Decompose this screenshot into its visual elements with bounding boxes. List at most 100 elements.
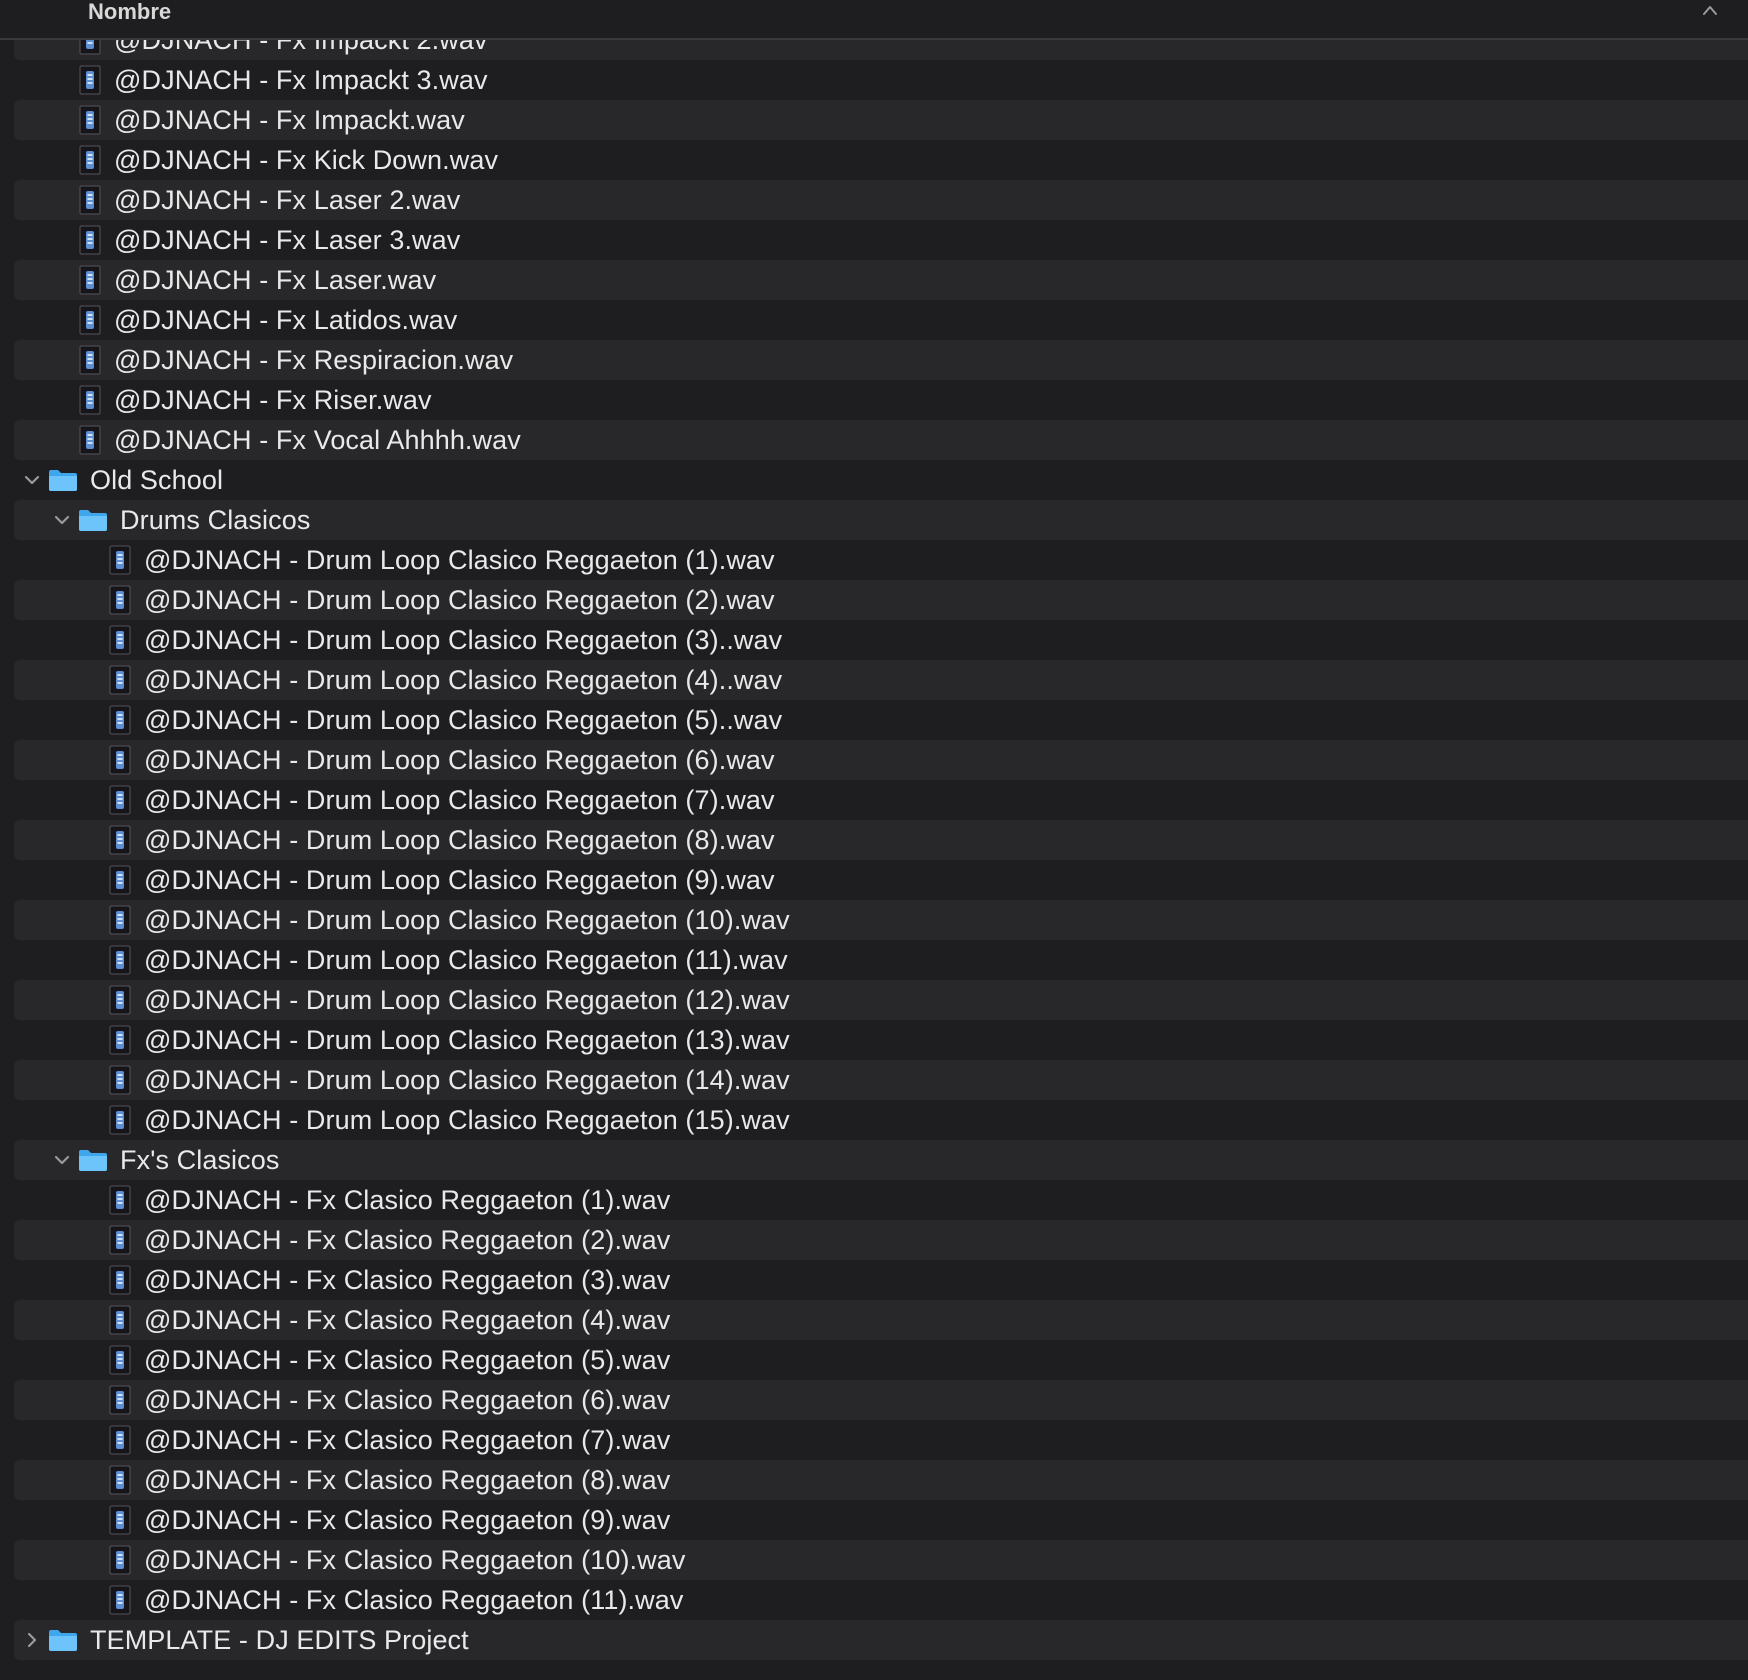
- audio-file-icon: [78, 345, 102, 375]
- chevron-down-icon[interactable]: [50, 508, 74, 532]
- audio-file-icon: [108, 1185, 132, 1215]
- audio-file-icon: [108, 945, 132, 975]
- file-row[interactable]: @DJNACH - Fx Laser 3.wav: [14, 220, 1748, 260]
- audio-file-icon: [78, 385, 102, 415]
- audio-file-icon: [108, 585, 132, 615]
- file-row[interactable]: @DJNACH - Fx Riser.wav: [14, 380, 1748, 420]
- file-row[interactable]: @DJNACH - Fx Laser.wav: [14, 260, 1748, 300]
- audio-file-icon: [108, 1345, 132, 1375]
- file-row[interactable]: @DJNACH - Drum Loop Clasico Reggaeton (1…: [14, 980, 1748, 1020]
- file-name: @DJNACH - Fx Laser 3.wav: [114, 224, 461, 255]
- file-row[interactable]: @DJNACH - Fx Clasico Reggaeton (3).wav: [14, 1260, 1748, 1300]
- file-row[interactable]: @DJNACH - Fx Kick Down.wav: [14, 140, 1748, 180]
- audio-file-icon: [108, 1265, 132, 1295]
- audio-file-icon: [78, 185, 102, 215]
- chevron-down-icon[interactable]: [50, 1148, 74, 1172]
- file-row[interactable]: @DJNACH - Drum Loop Clasico Reggaeton (1…: [14, 540, 1748, 580]
- folder-row[interactable]: TEMPLATE - DJ EDITS Project: [14, 1620, 1748, 1660]
- name-column-label[interactable]: Nombre: [88, 0, 171, 24]
- audio-file-icon: [108, 1105, 132, 1135]
- finder-list-view: Nombre @DJNACH - Fx Impackt 2.wav@DJNACH…: [0, 0, 1748, 1680]
- file-name: @DJNACH - Drum Loop Clasico Reggaeton (1…: [144, 1064, 790, 1095]
- file-name: @DJNACH - Drum Loop Clasico Reggaeton (8…: [144, 824, 775, 855]
- file-row[interactable]: @DJNACH - Fx Vocal Ahhhh.wav: [14, 420, 1748, 460]
- folder-icon: [78, 1148, 108, 1172]
- audio-file-icon: [108, 745, 132, 775]
- file-row[interactable]: @DJNACH - Fx Clasico Reggaeton (4).wav: [14, 1300, 1748, 1340]
- file-name: @DJNACH - Fx Clasico Reggaeton (6).wav: [144, 1384, 671, 1415]
- file-row[interactable]: @DJNACH - Drum Loop Clasico Reggaeton (3…: [14, 620, 1748, 660]
- column-header[interactable]: Nombre: [0, 0, 1748, 40]
- file-row[interactable]: @DJNACH - Fx Clasico Reggaeton (8).wav: [14, 1460, 1748, 1500]
- chevron-up-icon[interactable]: [1702, 4, 1718, 16]
- audio-file-icon: [108, 1585, 132, 1615]
- file-row[interactable]: @DJNACH - Drum Loop Clasico Reggaeton (9…: [14, 860, 1748, 900]
- file-name: @DJNACH - Fx Clasico Reggaeton (1).wav: [144, 1184, 671, 1215]
- file-row[interactable]: @DJNACH - Fx Impackt 3.wav: [14, 60, 1748, 100]
- folder-icon: [48, 1628, 78, 1652]
- file-row[interactable]: @DJNACH - Fx Laser 2.wav: [14, 180, 1748, 220]
- file-row[interactable]: @DJNACH - Drum Loop Clasico Reggaeton (5…: [14, 700, 1748, 740]
- file-name: @DJNACH - Fx Clasico Reggaeton (2).wav: [144, 1224, 671, 1255]
- file-name: @DJNACH - Drum Loop Clasico Reggaeton (1…: [144, 984, 790, 1015]
- file-row[interactable]: @DJNACH - Fx Clasico Reggaeton (6).wav: [14, 1380, 1748, 1420]
- folder-row[interactable]: Old School: [14, 460, 1748, 500]
- audio-file-icon: [108, 1545, 132, 1575]
- file-row[interactable]: @DJNACH - Drum Loop Clasico Reggaeton (1…: [14, 1020, 1748, 1060]
- audio-file-icon: [108, 1305, 132, 1335]
- file-row[interactable]: @DJNACH - Drum Loop Clasico Reggaeton (7…: [14, 780, 1748, 820]
- file-row[interactable]: @DJNACH - Fx Clasico Reggaeton (5).wav: [14, 1340, 1748, 1380]
- audio-file-icon: [108, 1025, 132, 1055]
- file-name: @DJNACH - Drum Loop Clasico Reggaeton (6…: [144, 744, 775, 775]
- file-name: @DJNACH - Drum Loop Clasico Reggaeton (7…: [144, 784, 775, 815]
- folder-name: Drums Clasicos: [120, 504, 311, 535]
- file-row[interactable]: @DJNACH - Fx Clasico Reggaeton (2).wav: [14, 1220, 1748, 1260]
- audio-file-icon: [78, 265, 102, 295]
- file-name: @DJNACH - Fx Riser.wav: [114, 384, 432, 415]
- file-list[interactable]: @DJNACH - Fx Impackt 2.wav @DJNACH - Fx I…: [0, 40, 1748, 1680]
- file-name: @DJNACH - Fx Latidos.wav: [114, 304, 458, 335]
- file-row[interactable]: @DJNACH - Fx Impackt.wav: [14, 100, 1748, 140]
- file-name: @DJNACH - Drum Loop Clasico Reggaeton (1…: [144, 544, 775, 575]
- file-row[interactable]: @DJNACH - Drum Loop Clasico Reggaeton (6…: [14, 740, 1748, 780]
- chevron-down-icon[interactable]: [20, 468, 44, 492]
- file-name: @DJNACH - Drum Loop Clasico Reggaeton (5…: [144, 704, 783, 735]
- file-row[interactable]: @DJNACH - Fx Clasico Reggaeton (10).wav: [14, 1540, 1748, 1580]
- file-row[interactable]: @DJNACH - Fx Clasico Reggaeton (1).wav: [14, 1180, 1748, 1220]
- file-name: @DJNACH - Fx Vocal Ahhhh.wav: [114, 424, 521, 455]
- audio-file-icon: [108, 1505, 132, 1535]
- audio-file-icon: [108, 1465, 132, 1495]
- file-row[interactable]: @DJNACH - Fx Impackt 2.wav: [14, 40, 1748, 60]
- file-row[interactable]: @DJNACH - Fx Clasico Reggaeton (7).wav: [14, 1420, 1748, 1460]
- file-row[interactable]: @DJNACH - Fx Clasico Reggaeton (11).wav: [14, 1580, 1748, 1620]
- audio-file-icon: [108, 1385, 132, 1415]
- audio-file-icon: [78, 305, 102, 335]
- folder-row[interactable]: Drums Clasicos: [14, 500, 1748, 540]
- file-row[interactable]: @DJNACH - Drum Loop Clasico Reggaeton (8…: [14, 820, 1748, 860]
- file-name: @DJNACH - Fx Laser.wav: [114, 264, 437, 295]
- file-row[interactable]: @DJNACH - Drum Loop Clasico Reggaeton (2…: [14, 580, 1748, 620]
- chevron-right-icon[interactable]: [20, 1628, 44, 1652]
- file-row[interactable]: @DJNACH - Drum Loop Clasico Reggaeton (1…: [14, 900, 1748, 940]
- file-name: @DJNACH - Drum Loop Clasico Reggaeton (1…: [144, 1024, 790, 1055]
- audio-file-icon: [108, 545, 132, 575]
- audio-file-icon: [108, 985, 132, 1015]
- file-row[interactable]: @DJNACH - Fx Respiracion.wav: [14, 340, 1748, 380]
- audio-file-icon: [108, 785, 132, 815]
- file-name: @DJNACH - Drum Loop Clasico Reggaeton (4…: [144, 664, 783, 695]
- file-row[interactable]: @DJNACH - Drum Loop Clasico Reggaeton (1…: [14, 1060, 1748, 1100]
- file-row[interactable]: @DJNACH - Drum Loop Clasico Reggaeton (1…: [14, 1100, 1748, 1140]
- file-row[interactable]: @DJNACH - Drum Loop Clasico Reggaeton (4…: [14, 660, 1748, 700]
- audio-file-icon: [108, 705, 132, 735]
- file-name: @DJNACH - Drum Loop Clasico Reggaeton (1…: [144, 904, 790, 935]
- folder-row[interactable]: Fx's Clasicos: [14, 1140, 1748, 1180]
- audio-file-icon: [78, 65, 102, 95]
- file-name: @DJNACH - Fx Impackt 3.wav: [114, 64, 488, 95]
- file-row[interactable]: @DJNACH - Drum Loop Clasico Reggaeton (1…: [14, 940, 1748, 980]
- file-row[interactable]: @DJNACH - Fx Clasico Reggaeton (9).wav: [14, 1500, 1748, 1540]
- file-name: @DJNACH - Fx Clasico Reggaeton (11).wav: [144, 1584, 684, 1615]
- file-row[interactable]: @DJNACH - Fx Latidos.wav: [14, 300, 1748, 340]
- file-name: @DJNACH - Fx Clasico Reggaeton (5).wav: [144, 1344, 671, 1375]
- folder-name: Fx's Clasicos: [120, 1144, 280, 1175]
- file-name: @DJNACH - Fx Clasico Reggaeton (8).wav: [144, 1464, 671, 1495]
